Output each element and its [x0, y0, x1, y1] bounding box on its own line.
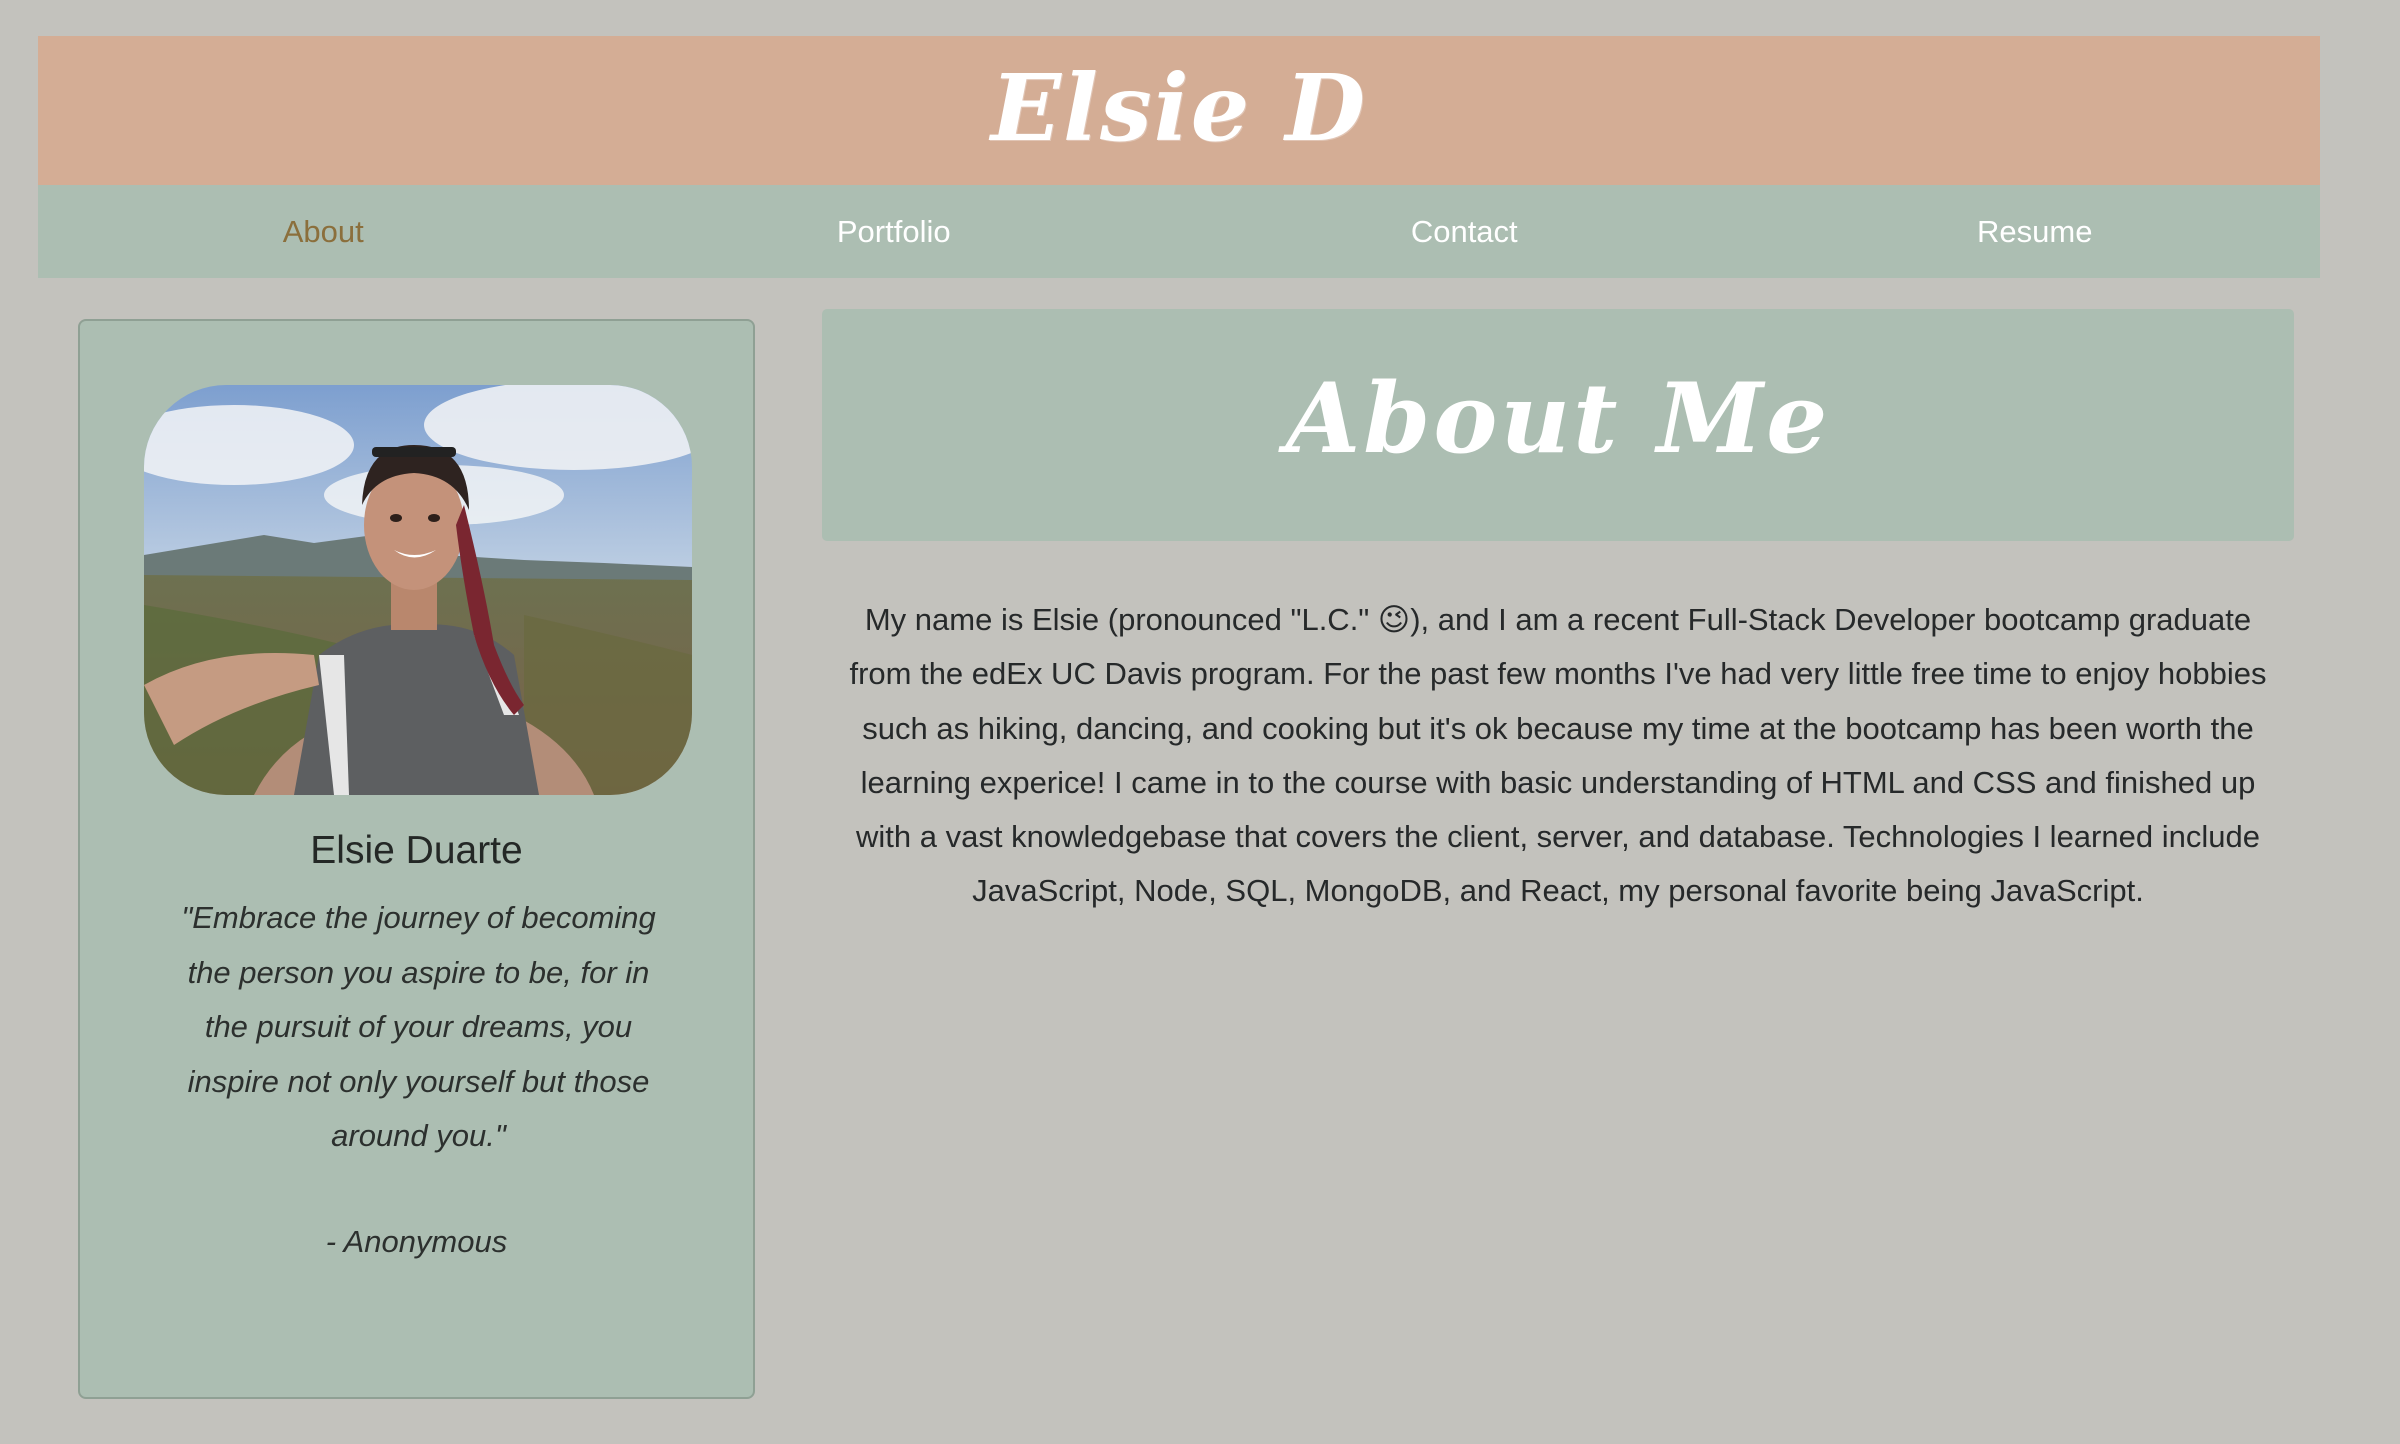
profile-photo [144, 385, 692, 795]
site-header: Elsie D [38, 36, 2320, 185]
about-title: About Me [1285, 362, 1831, 475]
site-title: Elsie D [990, 53, 1368, 162]
nav-item-about[interactable]: About [38, 185, 609, 278]
profile-name: Elsie Duarte [310, 829, 523, 872]
nav-item-portfolio[interactable]: Portfolio [609, 185, 1180, 278]
main-nav: About Portfolio Contact Resume [38, 185, 2320, 278]
quote-attribution: - Anonymous [325, 1224, 508, 1259]
about-body: My name is Elsie (pronounced "L.C." 😉), … [849, 602, 2267, 909]
nav-item-contact[interactable]: Contact [1179, 185, 1750, 278]
nav-item-resume[interactable]: Resume [1750, 185, 2321, 278]
profile-quote: "Embrace the journey of becoming the per… [181, 900, 656, 1153]
about-header: About Me [822, 309, 2294, 541]
profile-card: Elsie Duarte "Embrace the journey of bec… [78, 319, 755, 1399]
